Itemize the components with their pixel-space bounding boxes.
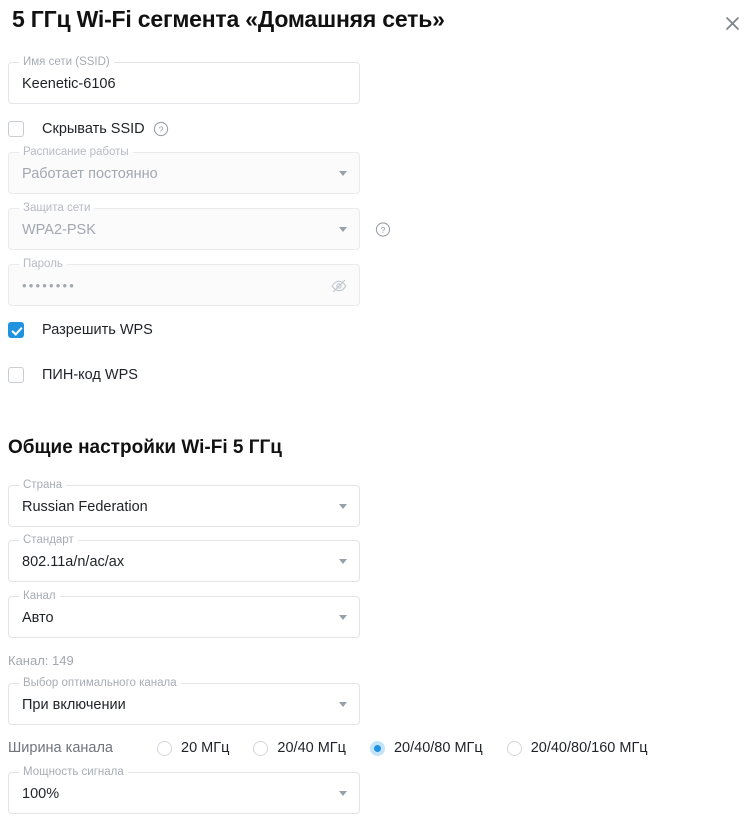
radio-indicator[interactable] <box>157 740 172 756</box>
optimal-channel-select-value: При включении <box>22 697 126 713</box>
allow-wps-checkbox[interactable] <box>8 322 24 338</box>
channel-width-option-20[interactable]: 20 МГц <box>157 740 229 756</box>
radio-indicator[interactable] <box>253 740 269 756</box>
wps-pin-label: ПИН-код WPS <box>42 367 138 383</box>
chevron-down-icon <box>339 791 347 796</box>
general-section-title: Общие настройки Wi-Fi 5 ГГц <box>8 437 282 458</box>
radio-indicator[interactable] <box>506 740 522 756</box>
channel-width-option-label: 20/40/80 МГц <box>393 740 483 756</box>
ssid-input[interactable]: Имя сети (SSID) Keenetic-6106 <box>8 56 360 104</box>
wps-pin-row[interactable]: ПИН-код WPS <box>8 365 138 385</box>
optimal-channel-select[interactable]: Выбор оптимального канала При включении <box>8 677 360 725</box>
chevron-down-icon <box>339 702 347 707</box>
signal-power-select-value: 100% <box>22 786 60 802</box>
security-help-icon[interactable]: ? <box>375 221 391 237</box>
chevron-down-icon <box>339 171 347 176</box>
chevron-down-icon <box>339 504 347 509</box>
close-icon[interactable] <box>719 10 745 36</box>
security-select[interactable]: Защита сети WPA2-PSK <box>8 202 360 250</box>
channel-width-option-label: 20/40 МГц <box>277 740 346 756</box>
allow-wps-label: Разрешить WPS <box>42 322 153 338</box>
standard-select-value: 802.11a/n/ac/ax <box>22 554 125 570</box>
allow-wps-row[interactable]: Разрешить WPS <box>8 320 153 340</box>
ssid-input-value: Keenetic-6106 <box>22 76 116 92</box>
chevron-down-icon <box>339 559 347 564</box>
dialog-header: 5 ГГц Wi-Fi сегмента «Домашняя сеть» <box>0 0 755 48</box>
hide-ssid-checkbox[interactable] <box>8 121 24 137</box>
wps-pin-checkbox[interactable] <box>8 367 24 383</box>
channel-width-option-label: 20/40/80/160 МГц <box>530 740 648 756</box>
country-select[interactable]: Страна Russian Federation <box>8 479 360 527</box>
password-input[interactable]: Пароль •••••••• <box>8 258 360 306</box>
svg-text:?: ? <box>158 124 163 134</box>
radio-indicator-selected[interactable] <box>369 740 385 756</box>
channel-width-radio-group: 20 МГц 20/40 МГц 20/40/80 МГц 20/40/80/1… <box>157 737 648 759</box>
channel-width-option-20408016[interactable]: 20/40/80/160 МГц <box>506 740 648 756</box>
standard-select[interactable]: Стандарт 802.11a/n/ac/ax <box>8 534 360 582</box>
channel-width-label: Ширина канала <box>8 740 113 756</box>
current-channel-hint: Канал: 149 <box>8 653 74 668</box>
security-select-value: WPA2-PSK <box>22 222 96 238</box>
schedule-select[interactable]: Расписание работы Работает постоянно <box>8 146 360 194</box>
chevron-down-icon <box>339 615 347 620</box>
channel-width-option-2040[interactable]: 20/40 МГц <box>253 740 346 756</box>
page-title: 5 ГГц Wi-Fi сегмента «Домашняя сеть» <box>12 6 445 32</box>
channel-select-value: Авто <box>22 610 54 626</box>
channel-width-option-204080[interactable]: 20/40/80 МГц <box>369 740 483 756</box>
svg-text:?: ? <box>381 225 386 235</box>
signal-power-select[interactable]: Мощность сигнала 100% <box>8 766 360 814</box>
hide-ssid-row[interactable]: Скрывать SSID ? <box>8 119 169 139</box>
chevron-down-icon <box>339 227 347 232</box>
country-select-value: Russian Federation <box>22 499 148 515</box>
password-input-value: •••••••• <box>22 278 77 293</box>
channel-width-option-label: 20 МГц <box>181 740 230 756</box>
hide-ssid-help-icon[interactable]: ? <box>153 121 169 137</box>
eye-off-icon[interactable] <box>329 276 349 296</box>
hide-ssid-label: Скрывать SSID <box>42 121 145 137</box>
schedule-select-value: Работает постоянно <box>22 166 158 182</box>
channel-select[interactable]: Канал Авто <box>8 590 360 638</box>
